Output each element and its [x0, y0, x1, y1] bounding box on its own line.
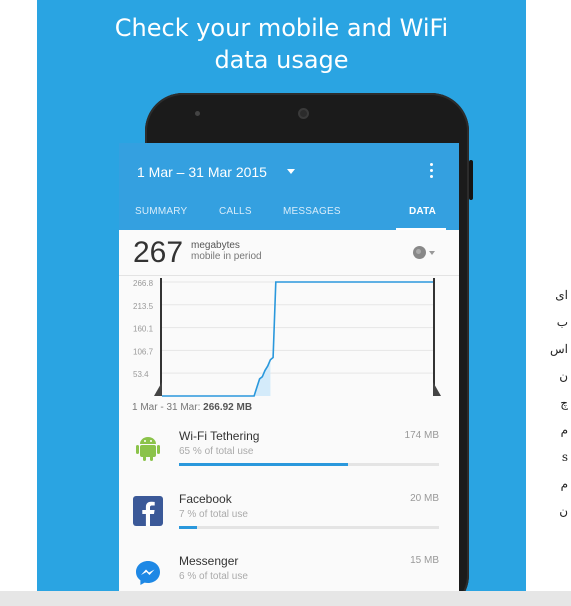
usage-unit: megabytes [191, 240, 240, 251]
side-text-line: م [560, 423, 568, 437]
android-icon [133, 433, 163, 463]
chart-line [162, 281, 433, 397]
chart-y-ticks: 266.8 213.5 160.1 106.7 53.4 [133, 279, 154, 379]
more-vert-icon[interactable] [430, 163, 434, 179]
tab-messages[interactable]: MESSAGES [283, 206, 341, 217]
app-toolbar: 1 Mar – 31 Mar 2015 [119, 143, 459, 198]
period-label: 1 Mar - 31 Mar: [132, 402, 201, 413]
promo-title: Check your mobile and WiFi data usage [37, 12, 526, 76]
side-text-line: م [560, 477, 568, 491]
usage-bar [179, 526, 439, 529]
tab-bar: SUMMARY CALLS MESSAGES DATA [119, 198, 459, 230]
chart-left-handle [160, 278, 162, 396]
app-usage-item[interactable]: Facebook 20 MB 7 % of total use [119, 486, 459, 548]
phone-camera [298, 108, 309, 119]
app-percent: 6 % of total use [179, 571, 248, 582]
tab-calls[interactable]: CALLS [219, 206, 252, 217]
chart-y-tick-label: 266.8 [133, 279, 154, 288]
chart-grid [162, 281, 433, 374]
promo-title-line1: Check your mobile and WiFi [114, 14, 449, 42]
side-text-line: ن [559, 504, 568, 518]
chart-y-tick-label: 53.4 [133, 370, 149, 379]
app-usage-item[interactable]: Messenger 15 MB 6 % of total use [119, 548, 459, 591]
phone-side-button-right [469, 160, 473, 200]
side-text-line: ای [555, 288, 568, 302]
chevron-down-icon[interactable] [429, 251, 435, 255]
app-name: Wi-Fi Tethering [179, 429, 260, 443]
app-size: 174 MB [404, 430, 439, 441]
side-text-line: s [561, 450, 568, 464]
side-text-line: ن [559, 369, 568, 383]
messenger-icon [133, 558, 163, 588]
chart-y-tick-label: 213.5 [133, 302, 154, 311]
date-range-selector[interactable]: 1 Mar – 31 Mar 2015 [137, 164, 267, 180]
promo-title-line2: data usage [214, 46, 349, 74]
usage-bar [179, 463, 439, 466]
caret-down-icon[interactable] [287, 169, 295, 174]
usage-summary: 267 megabytes mobile in period [119, 230, 459, 276]
side-text-line: ب [556, 315, 568, 329]
app-size: 20 MB [410, 493, 439, 504]
chart-y-tick-label: 160.1 [133, 325, 154, 334]
app-name: Messenger [179, 554, 239, 568]
phone-sensor-left [195, 111, 200, 116]
app-screen: 1 Mar – 31 Mar 2015 SUMMARY CALLS MESSAG… [119, 143, 459, 591]
chart-y-tick-label: 106.7 [133, 347, 154, 356]
period-total: 1 Mar - 31 Mar: 266.92 MB [132, 402, 252, 413]
usage-total-value: 267 [133, 236, 184, 269]
tab-data[interactable]: DATA [409, 206, 436, 217]
app-percent: 65 % of total use [179, 446, 254, 457]
side-text-fragment: ای ب اس ن چ م s م ن [538, 282, 568, 525]
bottom-bar [0, 591, 571, 606]
app-size: 15 MB [410, 555, 439, 566]
period-value: 266.92 MB [203, 402, 253, 413]
globe-icon[interactable] [413, 246, 426, 259]
facebook-icon [133, 496, 163, 526]
usage-subtitle: mobile in period [191, 251, 262, 262]
chart-right-handle [433, 278, 435, 396]
side-text-line: اس [550, 342, 568, 356]
usage-bar-fill [179, 463, 348, 466]
app-name: Facebook [179, 492, 232, 506]
app-usage-item[interactable]: Wi-Fi Tethering 174 MB 65 % of total use [119, 423, 459, 485]
tab-summary[interactable]: SUMMARY [135, 206, 187, 217]
side-text-line: چ [560, 396, 568, 410]
usage-bar-fill [179, 526, 198, 529]
app-percent: 7 % of total use [179, 509, 248, 520]
chart-area [162, 359, 271, 396]
chart-left-handle-tab [154, 382, 162, 396]
usage-chart: 266.8 213.5 160.1 106.7 53.4 [133, 278, 441, 397]
